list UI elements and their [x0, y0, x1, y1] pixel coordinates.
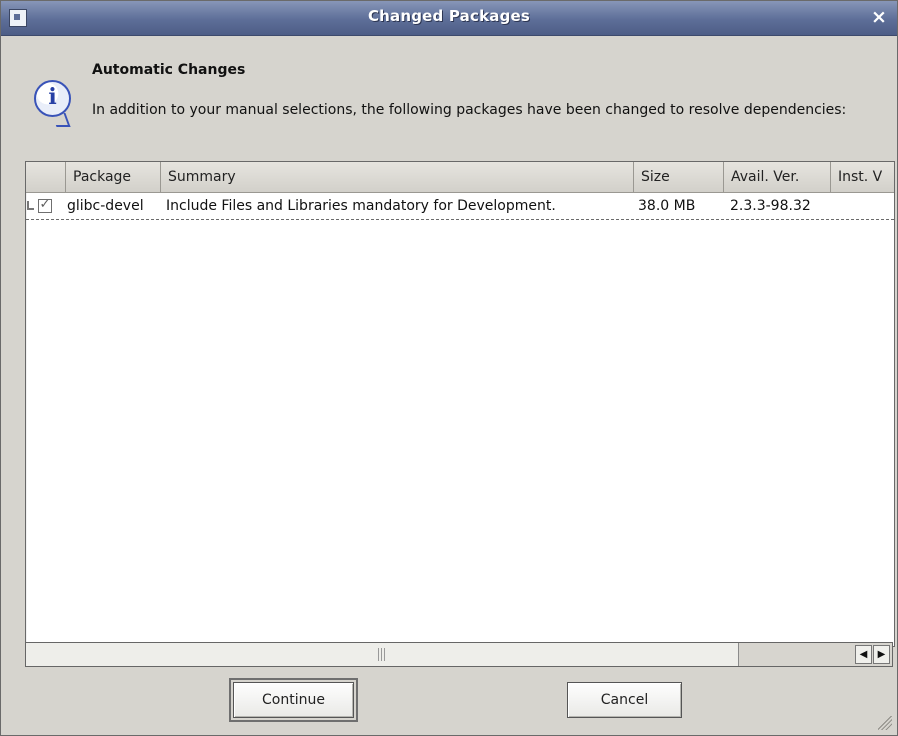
title-bar[interactable]: Changed Packages × — [1, 1, 897, 36]
installed-version — [834, 193, 889, 219]
package-size: 38.0 MB — [638, 198, 696, 214]
window-title: Changed Packages — [367, 7, 531, 25]
scroll-thumb-grip — [378, 648, 387, 661]
package-summary: Include Files and Libraries mandatory fo… — [166, 198, 556, 214]
available-version: 2.3.3-98.32 — [730, 198, 811, 214]
row-marker — [27, 201, 34, 210]
table-header: Package Summary Size Avail. Ver. Inst. V — [26, 162, 894, 193]
cancel-button[interactable]: Cancel — [567, 682, 682, 718]
size-column-header[interactable]: Size — [634, 162, 724, 192]
dialog-message: In addition to your manual selections, t… — [92, 102, 847, 118]
available-version-column-header[interactable]: Avail. Ver. — [724, 162, 831, 192]
package-checkbox[interactable]: ✓ — [38, 198, 52, 213]
package-column-header[interactable]: Package — [66, 162, 161, 192]
package-name: glibc-devel — [67, 198, 144, 214]
resize-grip[interactable] — [878, 716, 892, 730]
checkbox-column-header[interactable] — [26, 162, 66, 192]
dialog-heading: Automatic Changes — [92, 62, 246, 78]
left-arrow-icon[interactable]: ◀ — [855, 645, 872, 664]
summary-column-header[interactable]: Summary — [161, 162, 634, 192]
continue-button[interactable]: Continue — [229, 678, 358, 722]
table-row[interactable]: ✓ glibc-devel Include Files and Librarie… — [26, 193, 894, 220]
horizontal-scrollbar[interactable]: ◀ ▶ — [25, 642, 893, 667]
horizontal-scroll-thumb[interactable] — [26, 643, 739, 666]
changed-packages-dialog: Changed Packages × i Automatic Changes I… — [0, 0, 898, 736]
close-icon[interactable]: × — [868, 6, 890, 28]
info-icon: i — [34, 80, 71, 117]
installed-version-column-header[interactable]: Inst. V — [831, 162, 894, 192]
right-arrow-icon[interactable]: ▶ — [873, 645, 890, 664]
changed-packages-table[interactable]: Package Summary Size Avail. Ver. Inst. V… — [25, 161, 895, 647]
